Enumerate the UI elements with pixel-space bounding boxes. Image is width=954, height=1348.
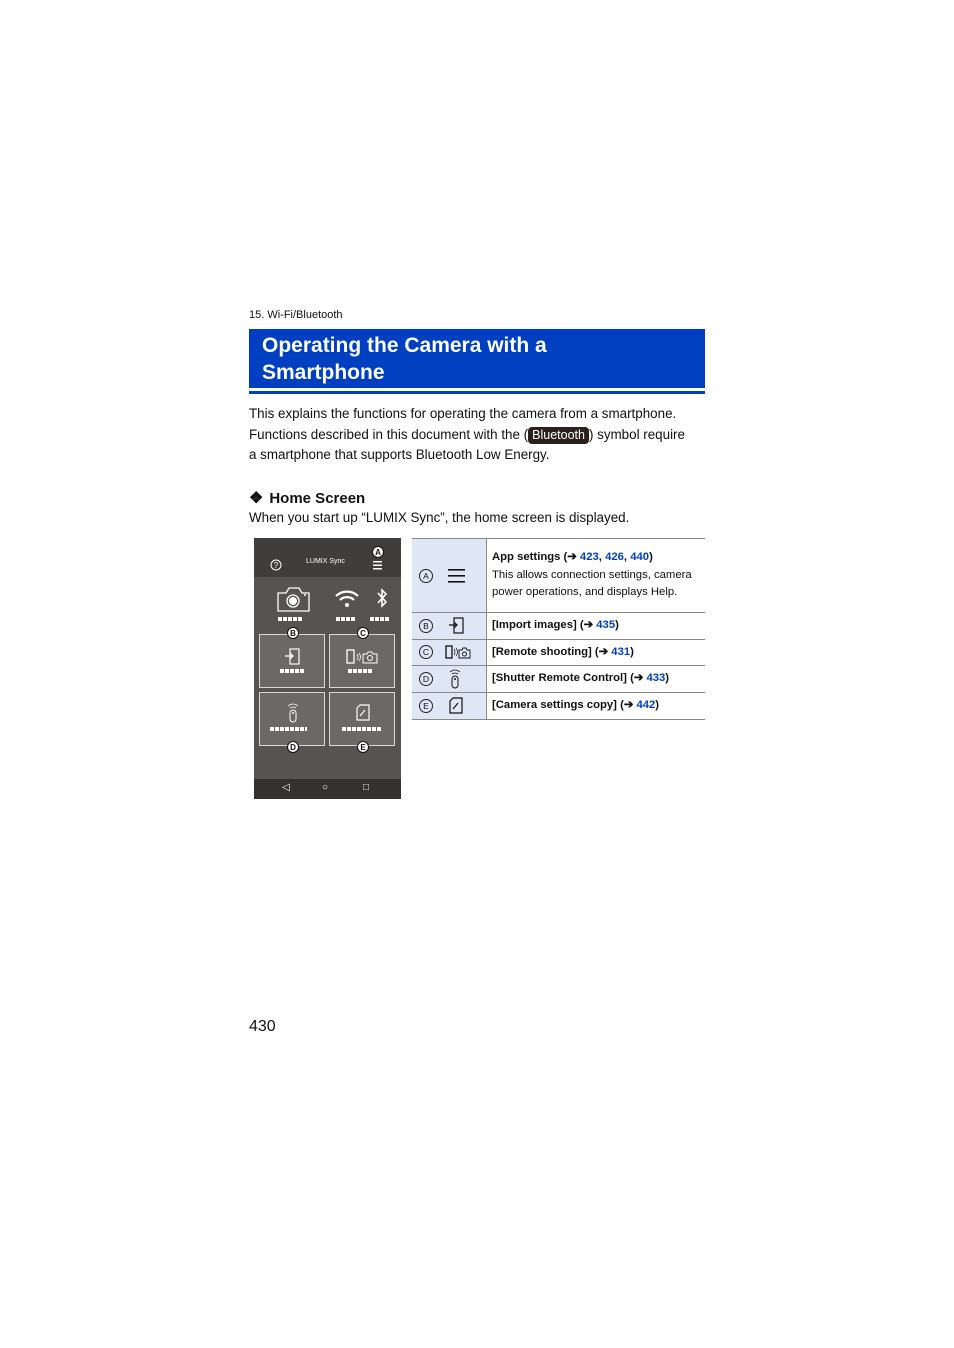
bluetooth-label-placeholder	[370, 617, 389, 621]
svg-text:?: ?	[274, 561, 279, 570]
row-key: B	[412, 612, 487, 640]
shutter-remote-icon	[449, 669, 461, 689]
camera-label-placeholder	[278, 617, 302, 621]
app-top-bar: ? LUMIX Sync A	[254, 538, 401, 577]
shutter-remote-icon	[287, 703, 299, 723]
section-description: When you start up “LUMIX Sync”, the home…	[249, 510, 630, 525]
tile-label-placeholder	[342, 727, 381, 731]
row-key: D	[412, 665, 487, 693]
import-icon	[449, 617, 464, 634]
page-link[interactable]: 435	[596, 619, 615, 631]
camera-icon[interactable]	[276, 585, 311, 613]
marker-d: D	[287, 741, 299, 753]
settings-copy-icon	[356, 704, 370, 721]
row-description: This allows connection settings, camera …	[492, 568, 692, 599]
wifi-icon[interactable]	[334, 588, 360, 608]
row-label: B	[419, 618, 433, 633]
tile-label-placeholder	[348, 669, 372, 673]
page-title: Operating the Camera with a Smartphone	[262, 332, 547, 386]
home-nav-icon[interactable]: ○	[322, 782, 328, 793]
table-row: C [Remote shooting] (➔ 431)	[412, 638, 705, 666]
table-row: A App settings (➔ 423, 426, 440) This al…	[412, 538, 705, 613]
phone-home-screen: ? LUMIX Sync A B C D E ◁ ○ □	[254, 538, 401, 799]
row-title: App settings (➔	[492, 551, 580, 564]
table-row: E [Camera settings copy] (➔ 442)	[412, 692, 705, 720]
page-link[interactable]: 431	[611, 646, 630, 658]
intro-paragraph: This explains the functions for operatin…	[249, 404, 709, 466]
row-value: [Camera settings copy] (➔ 442)	[486, 692, 705, 720]
tile-label-placeholder	[280, 669, 304, 673]
section-heading: ❖ Home Screen	[249, 488, 365, 508]
remote-shooting-icon	[346, 649, 378, 664]
row-title: [Shutter Remote Control] (➔	[492, 672, 647, 685]
page-title-banner: Operating the Camera with a Smartphone	[249, 329, 705, 388]
marker-b: B	[287, 627, 299, 639]
row-title: [Import images] (➔	[492, 619, 597, 631]
tile-shutter-remote-control[interactable]	[259, 692, 325, 746]
back-nav-icon[interactable]: ◁	[282, 782, 290, 793]
recents-nav-icon[interactable]: □	[363, 782, 369, 793]
row-label: A	[419, 568, 433, 583]
row-label: D	[419, 672, 433, 686]
help-icon[interactable]: ?	[270, 559, 282, 571]
menu-icon	[448, 568, 465, 583]
row-label: C	[419, 645, 433, 660]
row-title: [Remote shooting] (➔	[492, 645, 612, 658]
row-key: C	[412, 638, 487, 666]
marker-a: A	[372, 546, 384, 558]
intro-line-1: This explains the functions for operatin…	[249, 406, 677, 421]
page-link[interactable]: 440	[630, 551, 649, 563]
android-nav-bar: ◁ ○ □	[254, 779, 401, 799]
settings-copy-icon	[449, 697, 463, 714]
row-key: A	[412, 538, 487, 613]
row-value: App settings (➔ 423, 426, 440) This allo…	[486, 538, 705, 613]
page-title-line-2: Smartphone	[262, 361, 385, 384]
row-value: [Shutter Remote Control] (➔ 433)	[486, 665, 705, 693]
page-link[interactable]: 442	[636, 699, 655, 711]
page-title-line-1: Operating the Camera with a	[262, 334, 547, 357]
bluetooth-icon[interactable]	[375, 587, 389, 609]
row-key: E	[412, 692, 487, 720]
page-link[interactable]: 433	[646, 672, 665, 684]
row-value: [Remote shooting] (➔ 431)	[486, 638, 705, 666]
row-value: [Import images] (➔ 435)	[486, 612, 705, 640]
remote-shooting-icon	[445, 645, 471, 659]
title-divider	[249, 391, 705, 394]
section-title: Home Screen	[269, 490, 366, 507]
table-row: B [Import images] (➔ 435)	[412, 612, 705, 640]
page-number: 430	[249, 1018, 276, 1035]
intro-line-2-pre: Functions described in this document wit…	[249, 426, 529, 442]
row-title: [Camera settings copy] (➔	[492, 699, 637, 711]
row-label: E	[419, 698, 433, 713]
page-link[interactable]: 423	[580, 551, 599, 563]
app-title: LUMIX Sync	[306, 558, 345, 565]
bluetooth-badge: Bluetooth	[528, 426, 589, 444]
function-table: A App settings (➔ 423, 426, 440) This al…	[412, 538, 705, 720]
page-link[interactable]: 426	[605, 551, 624, 563]
tile-import-images[interactable]	[259, 634, 325, 688]
marker-c: C	[357, 627, 369, 639]
import-icon	[285, 648, 300, 665]
wifi-label-placeholder	[336, 617, 355, 621]
diamond-bullet-icon: ❖	[249, 490, 264, 507]
tile-label-placeholder	[270, 727, 307, 731]
tile-camera-settings-copy[interactable]	[329, 692, 395, 746]
chapter-label: 15. Wi-Fi/Bluetooth	[249, 309, 343, 321]
table-row: D [Shutter Remote Control] (➔ 433)	[412, 665, 705, 693]
intro-line-3: a smartphone that supports Bluetooth Low…	[249, 447, 550, 462]
marker-e: E	[357, 741, 369, 753]
intro-line-2-post: ) symbol require	[588, 426, 685, 442]
menu-icon[interactable]	[373, 560, 383, 570]
tile-remote-shooting[interactable]	[329, 634, 395, 688]
